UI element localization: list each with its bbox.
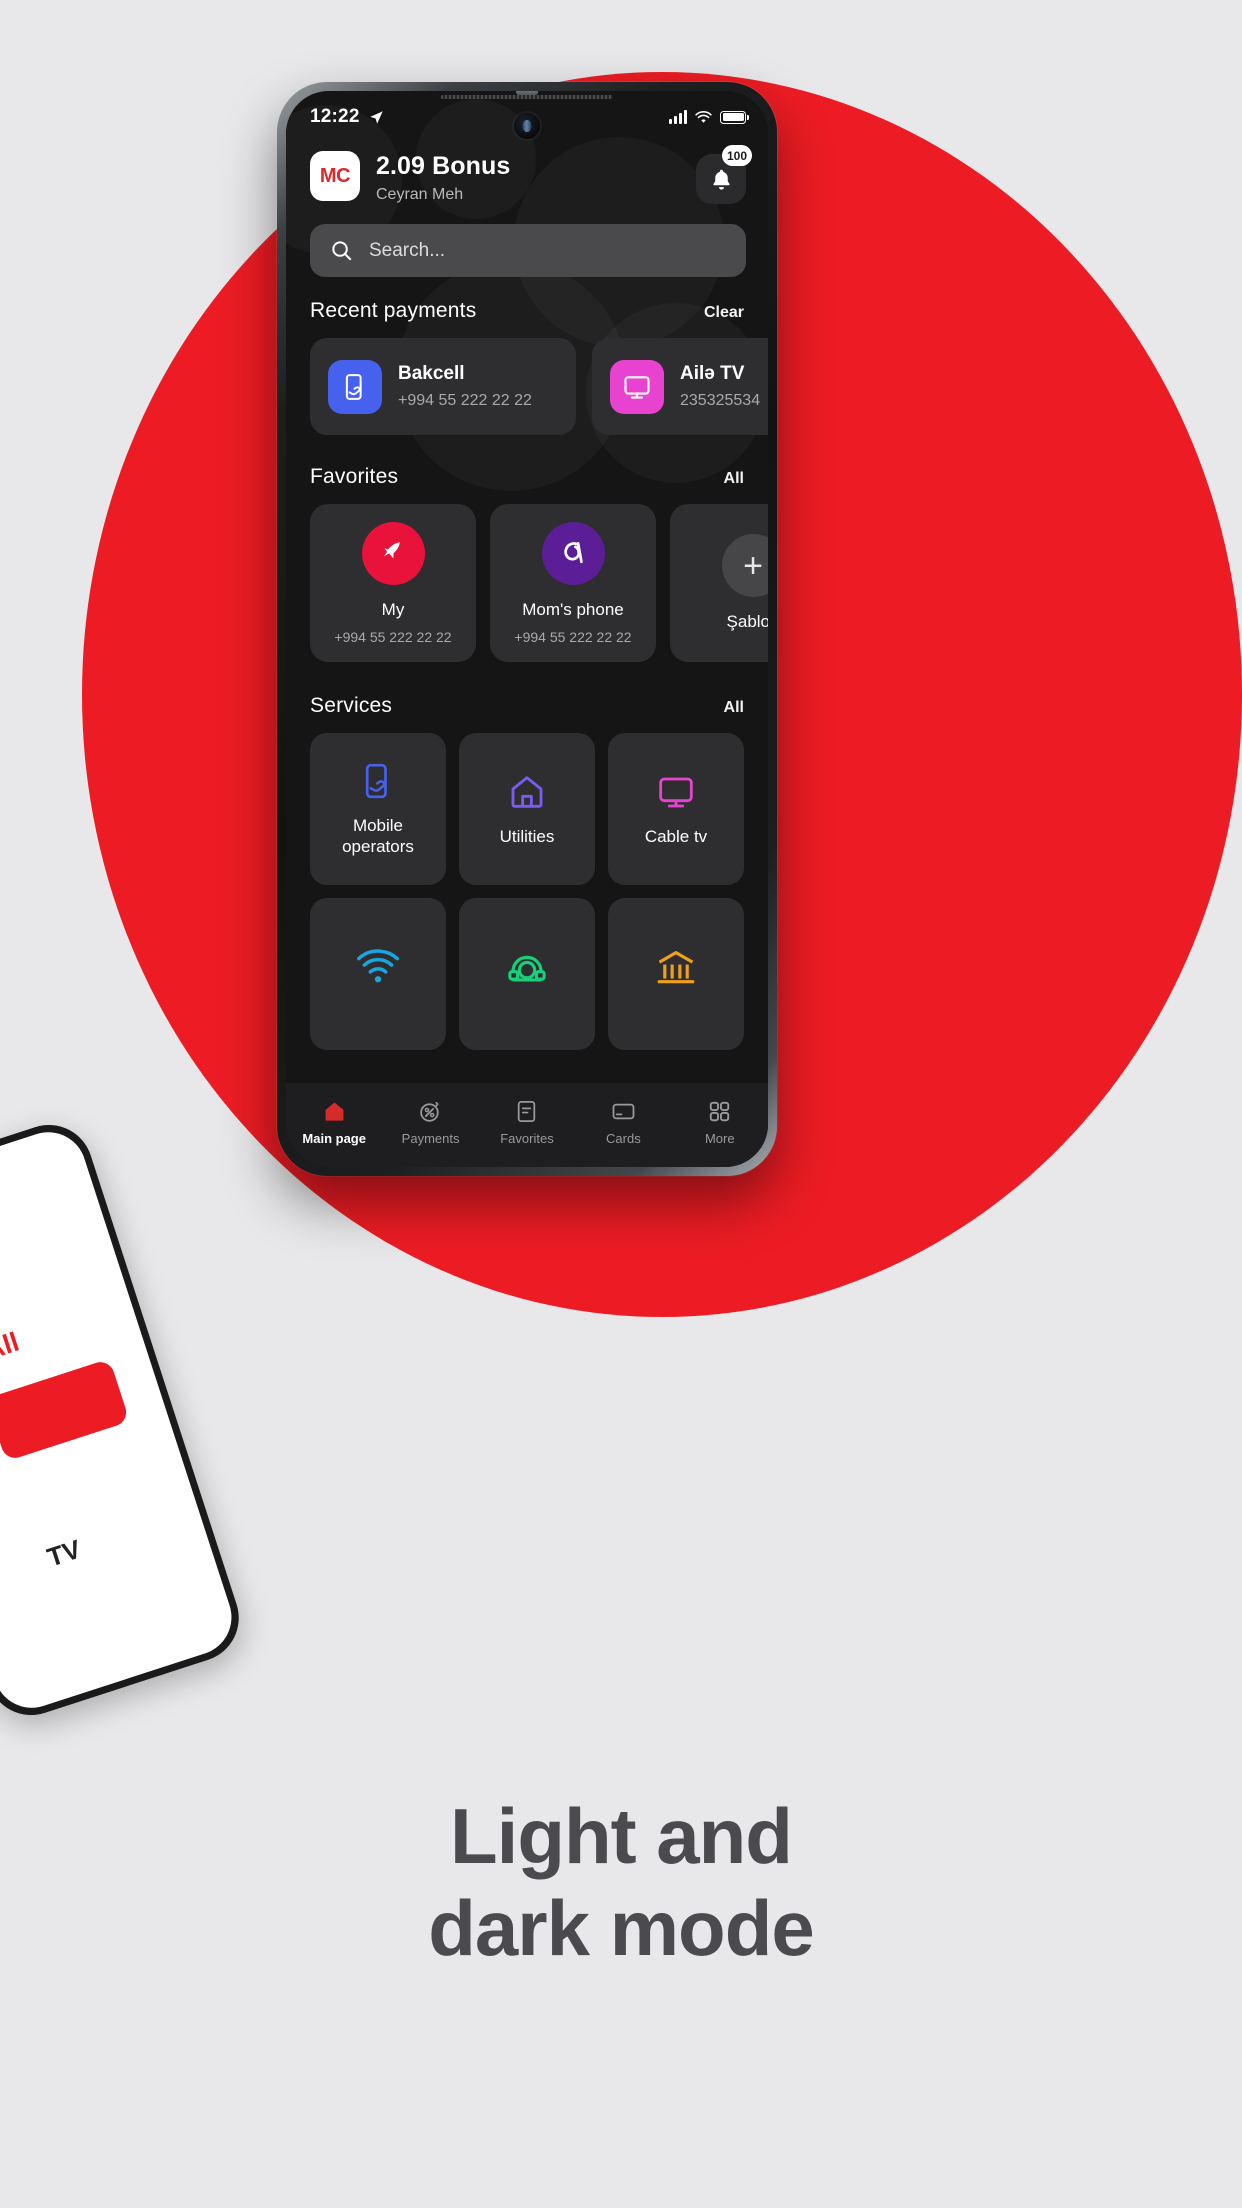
service-label: Utilities <box>499 826 555 846</box>
payment-number: 235325534 <box>680 392 761 410</box>
tv-icon <box>610 359 664 414</box>
bonus-amount: 2.09 Bonus <box>376 152 511 180</box>
services-title: Services <box>310 694 393 718</box>
services-header: Services All <box>286 694 768 718</box>
recent-payments-title: Recent payments <box>310 299 477 323</box>
recent-payments-list[interactable]: Bakcell +994 55 222 22 22 Ailə TV 235325… <box>286 338 768 436</box>
secondary-phone-screen: All TV <box>0 1122 242 1718</box>
tab-label: Payments <box>401 1130 460 1146</box>
secondary-all-label: All <box>0 1326 23 1366</box>
favorites-title: Favorites <box>310 465 399 489</box>
battery-full-icon <box>720 110 750 124</box>
location-arrow-icon <box>369 110 383 124</box>
telephone-icon <box>508 956 546 982</box>
app-header: MC 2.09 Bonus Ceyran Meh 100 <box>286 143 768 204</box>
poster-caption: Light and dark mode <box>0 1790 1242 1974</box>
recent-payments-header: Recent payments Clear <box>286 299 768 323</box>
service-label: Cable tv <box>644 826 708 846</box>
mobile-payment-icon <box>328 359 382 414</box>
mobile-operators-icon <box>365 763 387 799</box>
payment-number: +994 55 222 22 22 <box>398 392 532 410</box>
favorite-number: +994 55 222 22 22 <box>334 628 452 645</box>
notifications-button[interactable]: 100 <box>696 145 752 204</box>
service-label: Mobile operators <box>342 816 414 857</box>
tab-label: More <box>704 1130 735 1146</box>
list-item-meta: Bakcell +994 55 222 22 22 <box>398 363 532 410</box>
bank-icon <box>657 951 695 984</box>
list-item[interactable]: Bakcell +994 55 222 22 22 <box>310 338 576 436</box>
tab-label: Main page <box>302 1130 366 1146</box>
header-text: 2.09 Bonus Ceyran Meh <box>376 151 680 204</box>
phone-body: 12:22 MC 2.09 Bonus Ceyran Meh 100 Searc… <box>286 91 768 1167</box>
secondary-tv-label: TV <box>43 1533 85 1573</box>
tab-label: Cards <box>606 1130 641 1146</box>
favorites-header: Favorites All <box>286 465 768 489</box>
bottom-navigation[interactable]: Main page Payments Favorites Cards More <box>286 1083 768 1167</box>
status-bar: 12:22 <box>286 91 768 143</box>
search-placeholder: Search... <box>369 239 446 261</box>
poster-stage: All TV 12:22 MC 2.09 Bonus Ceyran Meh 10… <box>0 0 1242 2208</box>
signal-bars-icon <box>669 110 687 124</box>
home-icon <box>511 775 543 808</box>
bakcell-bird-icon <box>361 521 425 585</box>
payment-name: Ailə TV <box>680 363 745 385</box>
list-item[interactable]: + Şablon <box>670 504 768 663</box>
tab-label: Favorites <box>500 1130 554 1146</box>
service-utilities[interactable]: Utilities <box>459 733 595 886</box>
service-internet[interactable] <box>310 898 446 1051</box>
payment-name: Bakcell <box>398 363 465 385</box>
status-time: 12:22 <box>310 106 360 127</box>
recent-payments-clear-button[interactable]: Clear <box>704 304 744 322</box>
favorite-name: My <box>381 599 405 619</box>
caption-line-1: Light and <box>450 1792 793 1880</box>
app-screen: 12:22 MC 2.09 Bonus Ceyran Meh 100 Searc… <box>286 91 768 1167</box>
tab-main-page[interactable]: Main page <box>286 1099 382 1146</box>
list-item-meta: Ailə TV 235325534 <box>680 363 760 410</box>
phone-mockup: 12:22 MC 2.09 Bonus Ceyran Meh 100 Searc… <box>277 82 777 1176</box>
favorite-name: Mom's phone <box>522 599 624 619</box>
secondary-phone-mockup: All TV <box>0 1113 251 1727</box>
grid-icon <box>710 1101 730 1121</box>
tab-favorites[interactable]: Favorites <box>479 1099 575 1146</box>
document-icon <box>518 1100 536 1122</box>
payments-icon <box>420 1101 439 1122</box>
caption-line-2: dark mode <box>428 1884 814 1973</box>
tv-icon <box>659 777 693 808</box>
favorite-number: +994 55 222 22 22 <box>514 628 632 645</box>
service-bank[interactable] <box>608 898 744 1051</box>
list-item[interactable]: Mom's phone +994 55 222 22 22 <box>490 504 656 663</box>
content-area: Recent payments Clear Bakcell +994 55 22… <box>286 277 768 1083</box>
search-icon <box>332 241 352 261</box>
wifi-internet-icon <box>357 949 399 983</box>
list-item[interactable]: My +994 55 222 22 22 <box>310 504 476 663</box>
services-grid[interactable]: Mobile operators Utilities Cable tv <box>286 733 768 1051</box>
user-name: Ceyran Meh <box>376 186 464 204</box>
secondary-red-block <box>0 1358 130 1462</box>
notification-badge: 100 <box>721 145 752 166</box>
home-icon <box>325 1102 344 1121</box>
search-input[interactable]: Search... <box>310 224 746 278</box>
tab-more[interactable]: More <box>672 1099 768 1146</box>
avatar[interactable]: MC <box>310 151 360 201</box>
wifi-icon <box>695 111 712 123</box>
service-cable-tv[interactable]: Cable tv <box>608 733 744 886</box>
service-telephone[interactable] <box>459 898 595 1051</box>
tab-cards[interactable]: Cards <box>575 1099 671 1146</box>
status-left: 12:22 <box>310 106 384 128</box>
service-mobile-operators[interactable]: Mobile operators <box>310 733 446 886</box>
azercell-icon <box>541 521 605 585</box>
favorites-all-button[interactable]: All <box>724 470 744 488</box>
card-icon <box>612 1103 635 1119</box>
status-right <box>669 110 750 124</box>
list-item[interactable]: Ailə TV 235325534 <box>592 338 768 436</box>
plus-icon: + <box>721 534 768 598</box>
tab-payments[interactable]: Payments <box>382 1099 478 1146</box>
favorites-list[interactable]: My +994 55 222 22 22 Mom's phone +994 55… <box>286 504 768 663</box>
services-all-button[interactable]: All <box>724 699 744 717</box>
favorite-name: Şablon <box>726 612 768 632</box>
